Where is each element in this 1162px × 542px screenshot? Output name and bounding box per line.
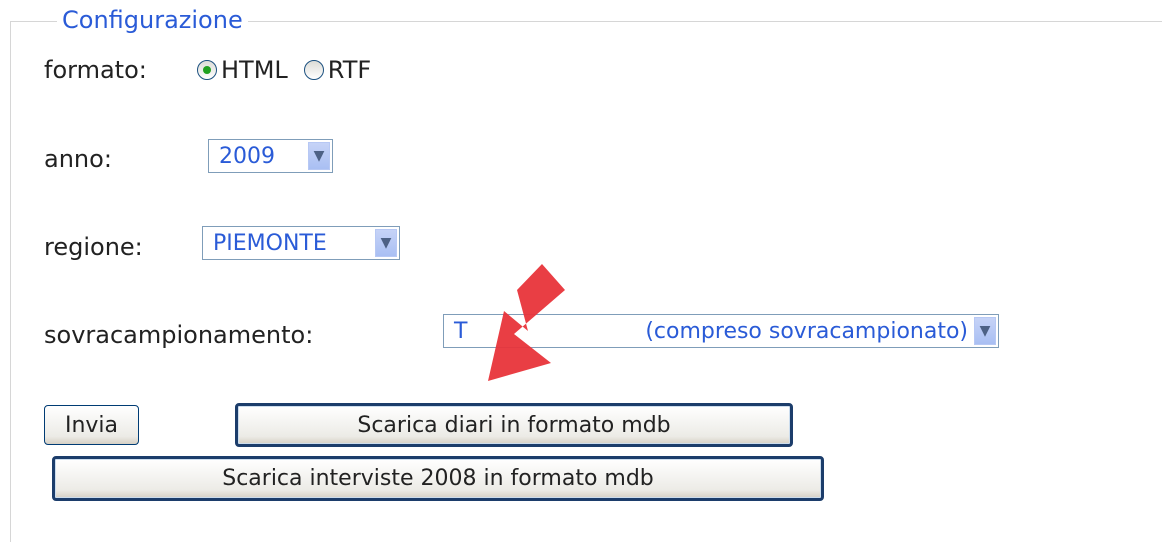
anno-select[interactable]: 2009 ▼ [208,139,333,173]
fieldset-legend: Configurazione [57,4,248,36]
scarica-diari-button[interactable]: Scarica diari in formato mdb [235,403,793,447]
chevron-down-icon[interactable]: ▼ [974,317,996,345]
radio-rtf[interactable] [303,60,324,80]
sovracampionamento-select[interactable]: T (compreso sovracampionato) ▼ [443,314,999,348]
regione-select[interactable]: PIEMONTE ▼ [202,226,400,260]
sovracampionamento-value-end: (compreso sovracampionato) [645,318,968,344]
sovracampionamento-select-value: T (compreso sovracampionato) [444,319,974,344]
radio-html[interactable] [197,60,217,80]
sovracampionamento-value-start: T [454,318,468,344]
regione-label: regione: [44,233,143,261]
scarica-interviste-button[interactable]: Scarica interviste 2008 in formato mdb [52,456,824,501]
formato-radio-group: HTML RTF [197,55,387,85]
chevron-down-icon[interactable]: ▼ [308,142,330,170]
anno-select-value: 2009 [219,143,275,169]
chevron-down-icon[interactable]: ▼ [375,229,397,257]
radio-rtf-label[interactable]: RTF [328,56,371,84]
radio-html-label[interactable]: HTML [221,56,288,84]
formato-label: formato: [44,56,147,84]
sovracampionamento-label: sovracampionamento: [44,321,314,349]
regione-select-value: PIEMONTE [213,230,327,256]
anno-label: anno: [44,145,112,173]
invia-button[interactable]: Invia [44,405,139,445]
